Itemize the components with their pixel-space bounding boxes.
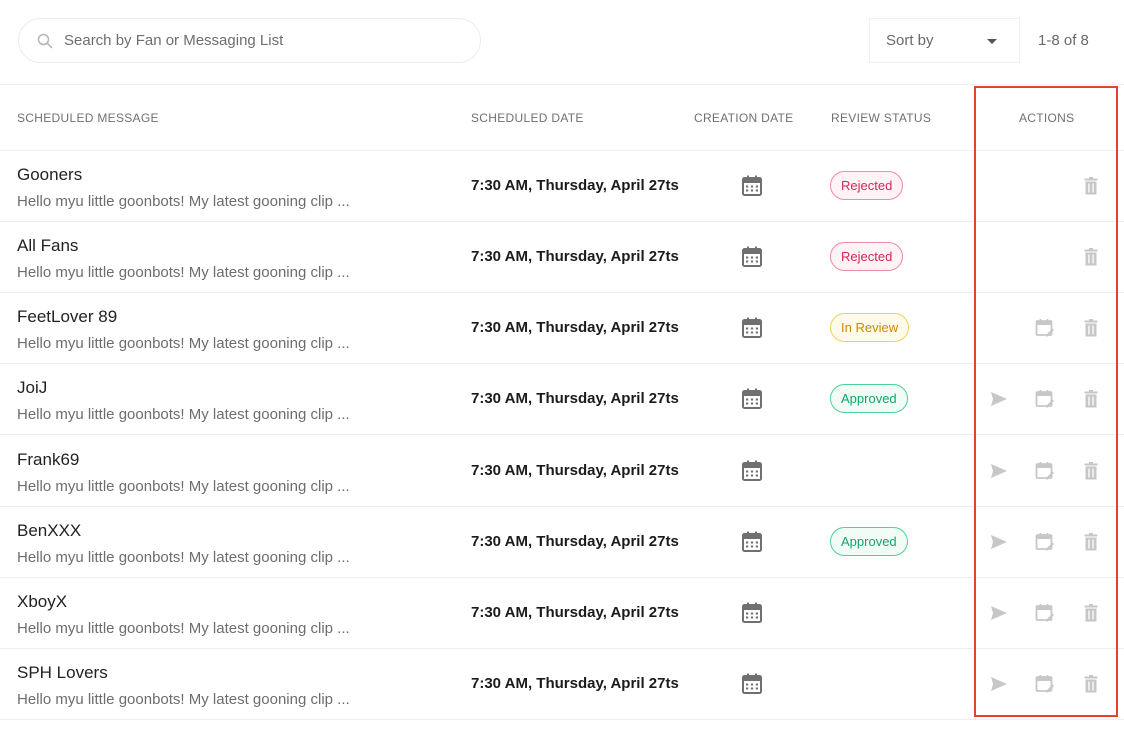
search-icon xyxy=(37,33,53,48)
calendar-edit-icon[interactable] xyxy=(1035,318,1055,338)
trash-icon[interactable] xyxy=(1081,532,1101,552)
calendar-icon[interactable] xyxy=(742,388,762,410)
column-header-creation-date: CREATION DATE xyxy=(694,111,794,125)
send-icon[interactable] xyxy=(989,389,1009,409)
recipient-name: JoiJ xyxy=(17,378,48,398)
scheduled-date: 7:30 AM, Thursday, April 27ts xyxy=(471,319,679,337)
calendar-edit-icon[interactable] xyxy=(1035,532,1055,552)
column-header-actions: ACTIONS xyxy=(1019,111,1075,125)
recipient-name: BenXXX xyxy=(17,520,82,540)
column-header-message: SCHEDULED MESSAGE xyxy=(17,111,159,125)
calendar-edit-icon[interactable] xyxy=(1035,674,1055,694)
calendar-icon[interactable] xyxy=(742,531,762,552)
recipient-name: Gooners xyxy=(17,165,83,184)
send-icon[interactable] xyxy=(989,532,1009,552)
calendar-icon[interactable] xyxy=(742,175,762,196)
message-preview: Hello myu little goonbots! My latest goo… xyxy=(17,335,350,353)
table-header: SCHEDULED MESSAGE SCHEDULED DATE CREATIO… xyxy=(0,85,1124,151)
message-preview: Hello myu little goonbots! My latest goo… xyxy=(17,193,350,210)
search-input[interactable] xyxy=(64,32,444,49)
calendar-icon[interactable] xyxy=(742,317,762,339)
sort-dropdown[interactable]: Sort by xyxy=(869,18,1020,63)
message-preview: Hello myu little goonbots! My latest goo… xyxy=(17,477,350,495)
trash-icon[interactable] xyxy=(1081,176,1101,196)
column-header-scheduled-date: SCHEDULED DATE xyxy=(471,111,584,125)
trash-icon[interactable] xyxy=(1081,674,1101,694)
trash-icon[interactable] xyxy=(1081,318,1101,338)
scheduled-date: 7:30 AM, Thursday, April 27ts xyxy=(471,603,679,621)
calendar-edit-icon[interactable] xyxy=(1035,603,1055,623)
recipient-name: Frank69 xyxy=(17,449,80,469)
scheduled-date: 7:30 AM, Thursday, April 27ts xyxy=(471,248,679,266)
calendar-edit-icon[interactable] xyxy=(1035,461,1055,481)
scheduled-date: 7:30 AM, Thursday, April 27ts xyxy=(471,177,679,194)
status-badge: Approved xyxy=(830,384,908,414)
table-row[interactable]: Frank69 Hello myu little goonbots! My lat… xyxy=(0,436,1124,507)
table-row[interactable]: JoiJ Hello myu little goonbots! My latest… xyxy=(0,364,1124,436)
recipient-name: FeetLover 89 xyxy=(17,307,118,327)
calendar-icon[interactable] xyxy=(742,602,762,623)
trash-icon[interactable] xyxy=(1081,247,1101,267)
status-badge: Approved xyxy=(830,526,908,556)
calendar-icon[interactable] xyxy=(742,246,762,268)
calendar-icon[interactable] xyxy=(742,673,762,695)
message-preview: Hello myu little goonbots! My latest goo… xyxy=(17,548,350,566)
table-row[interactable]: XboyX Hello myu little goonbots! My lates… xyxy=(0,578,1124,649)
send-icon[interactable] xyxy=(989,603,1009,623)
message-preview: Hello myu little goonbots! My latest goo… xyxy=(17,264,350,282)
chevron-down-icon xyxy=(987,39,997,44)
message-preview: Hello myu little goonbots! My latest goo… xyxy=(17,691,350,709)
status-badge: Rejected xyxy=(830,171,904,200)
calendar-edit-icon[interactable] xyxy=(1035,389,1055,409)
table-row[interactable]: Gooners Hello myu little goonbots! My lat… xyxy=(0,151,1124,222)
recipient-name: XboyX xyxy=(17,591,68,611)
search-bar[interactable] xyxy=(18,18,481,63)
message-preview: Hello myu little goonbots! My latest goo… xyxy=(17,619,350,637)
scheduled-date: 7:30 AM, Thursday, April 27ts xyxy=(471,461,679,479)
table-row[interactable]: All Fans Hello myu little goonbots! My la… xyxy=(0,222,1124,294)
pagination-count: 1-8 of 8 xyxy=(1038,32,1089,49)
table-row[interactable]: BenXXX Hello myu little goonbots! My late… xyxy=(0,507,1124,578)
trash-icon[interactable] xyxy=(1081,461,1101,481)
trash-icon[interactable] xyxy=(1081,389,1101,409)
scheduled-date: 7:30 AM, Thursday, April 27ts xyxy=(471,532,679,550)
scheduled-date: 7:30 AM, Thursday, April 27ts xyxy=(471,675,679,693)
column-header-review-status: REVIEW STATUS xyxy=(831,111,932,125)
send-icon[interactable] xyxy=(989,461,1009,481)
status-badge: In Review xyxy=(830,313,910,343)
message-preview: Hello myu little goonbots! My latest goo… xyxy=(17,406,350,424)
scheduled-date: 7:30 AM, Thursday, April 27ts xyxy=(471,390,679,408)
trash-icon[interactable] xyxy=(1081,603,1101,623)
recipient-name: SPH Lovers xyxy=(17,663,108,683)
table-row[interactable]: FeetLover 89 Hello myu little goonbots! M… xyxy=(0,293,1124,365)
sort-label: Sort by xyxy=(886,32,934,49)
send-icon[interactable] xyxy=(989,674,1009,694)
recipient-name: All Fans xyxy=(17,236,79,256)
calendar-icon[interactable] xyxy=(742,460,762,481)
status-badge: Rejected xyxy=(830,242,904,272)
table-row[interactable]: SPH Lovers Hello myu little goonbots! My … xyxy=(0,649,1124,721)
